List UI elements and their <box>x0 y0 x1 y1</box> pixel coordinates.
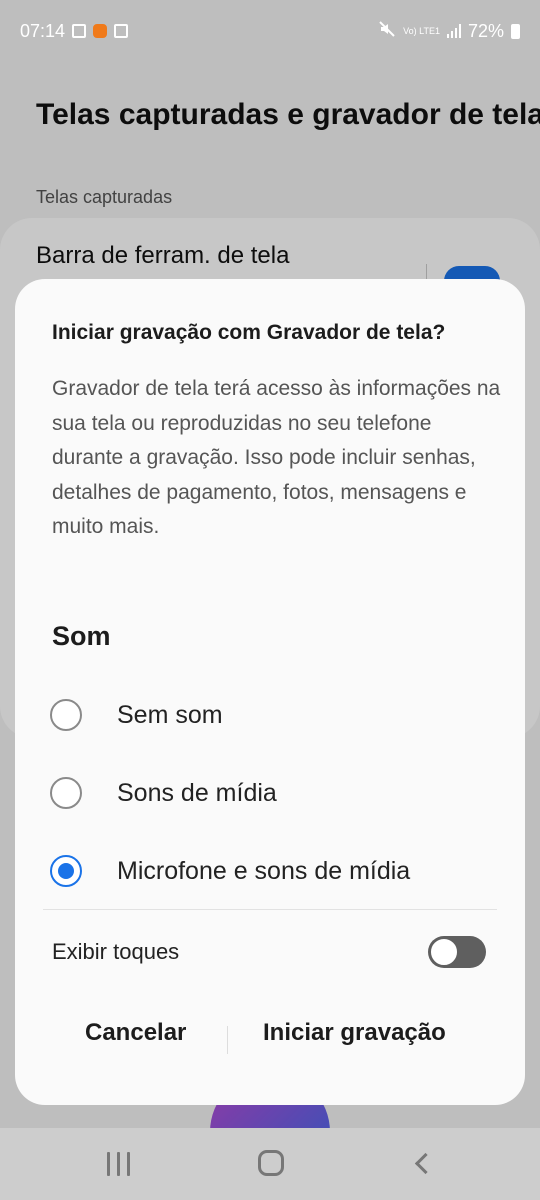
status-time: 07:14 <box>20 20 66 41</box>
sound-section-title: Som <box>52 621 111 651</box>
radio-button-selected[interactable] <box>50 855 82 887</box>
back-icon[interactable] <box>414 1152 437 1175</box>
app-notification-icon <box>93 24 108 38</box>
battery-percentage: 72% <box>467 20 504 41</box>
home-icon[interactable] <box>258 1150 284 1176</box>
cancel-button[interactable]: Cancelar <box>85 1019 186 1047</box>
screenshot-icon <box>114 24 129 38</box>
option-media-sounds[interactable]: Sons de mídia <box>15 765 525 821</box>
option-label: Sons de mídia <box>117 778 277 807</box>
radio-button[interactable] <box>50 777 82 809</box>
button-divider <box>227 1026 228 1054</box>
dialog-message: Gravador de tela terá acesso às informaç… <box>52 377 501 538</box>
mute-icon <box>378 20 396 43</box>
battery-icon <box>511 23 520 39</box>
show-touches-toggle[interactable] <box>428 936 486 968</box>
option-mic-and-media[interactable]: Microfone e sons de mídia <box>15 843 525 899</box>
start-recording-button[interactable]: Iniciar gravação <box>263 1019 446 1047</box>
option-label: Sem som <box>117 700 223 729</box>
network-label: Vo) LTE1 <box>403 25 440 36</box>
option-label: Microfone e sons de mídia <box>117 856 411 885</box>
dialog-title: Iniciar gravação com Gravador de tela? <box>52 321 446 344</box>
signal-icon <box>446 24 461 38</box>
toggle-knob <box>429 937 459 967</box>
screen-recorder-dialog: Iniciar gravação com Gravador de tela? G… <box>15 279 525 1105</box>
radio-button[interactable] <box>50 699 82 731</box>
option-no-sound[interactable]: Sem som <box>15 687 525 743</box>
divider <box>43 909 497 910</box>
show-touches-label: Exibir toques <box>52 939 180 964</box>
image-icon <box>72 24 87 38</box>
status-bar: 07:14 Vo) LTE1 72% <box>0 0 540 62</box>
navigation-bar <box>0 1128 540 1200</box>
recent-apps-icon[interactable] <box>107 1152 130 1176</box>
